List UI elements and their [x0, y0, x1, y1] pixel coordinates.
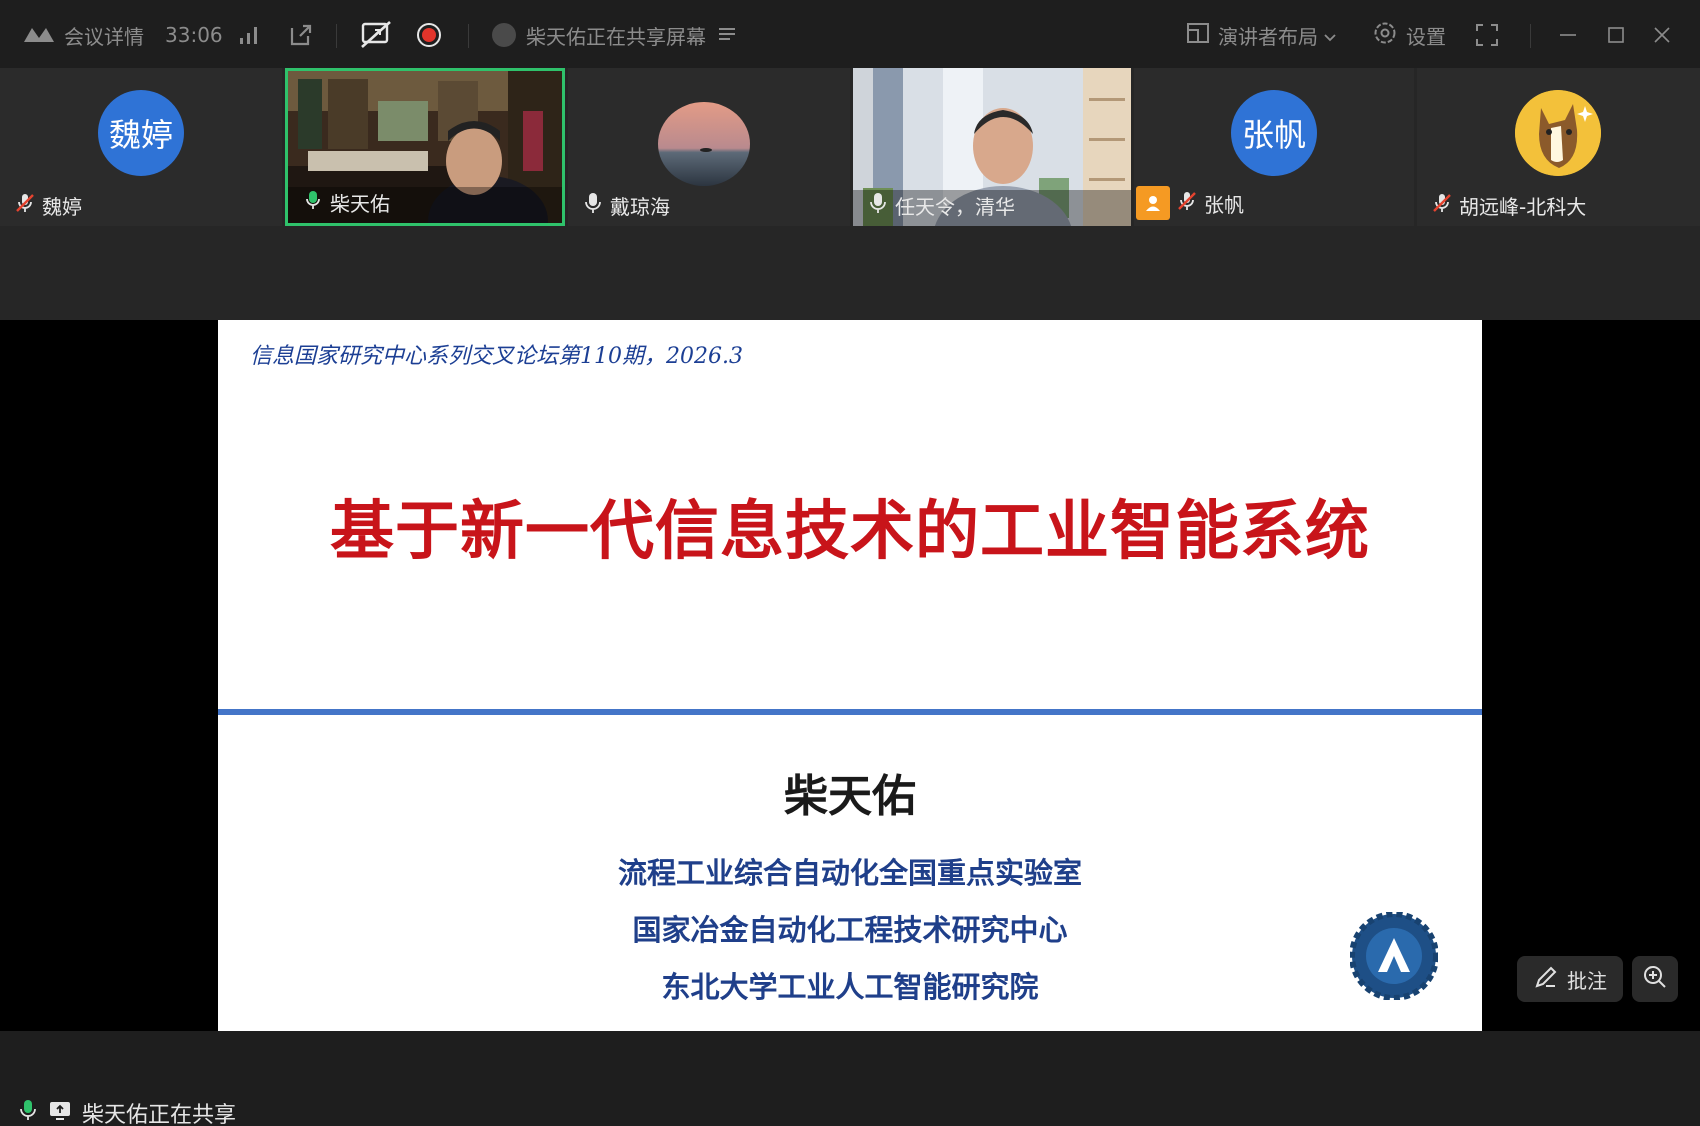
participant-tile[interactable]: 戴琼海	[568, 68, 850, 226]
participant-tile-active-speaker[interactable]: 柴天佑	[285, 68, 565, 226]
sharing-notice: 柴天佑正在共享屏幕	[492, 0, 736, 70]
layout-button[interactable]: 演讲者布局	[1186, 0, 1336, 70]
avatar	[1515, 90, 1601, 176]
share-link-icon[interactable]	[288, 0, 314, 70]
record-icon[interactable]	[416, 0, 442, 70]
mic-muted-icon	[14, 192, 36, 219]
mic-active-icon	[302, 189, 324, 216]
layout-icon	[1186, 22, 1210, 49]
participant-tile[interactable]: 胡远峰-北科大	[1417, 68, 1700, 226]
close-icon[interactable]	[1652, 0, 1672, 70]
slide-header: 信息国家研究中心系列交叉论坛第110期，2026.3	[250, 344, 743, 369]
minimize-icon[interactable]	[1558, 0, 1578, 70]
slide-affiliation: 东北大学工业人工智能研究院	[661, 970, 1039, 1004]
layout-label: 演讲者布局	[1218, 24, 1318, 49]
slide-author: 柴天佑	[784, 771, 916, 822]
participant-name: 魏婷	[42, 195, 82, 219]
presentation-slide: 信息国家研究中心系列交叉论坛第110期，2026.3 基于新一代信息技术的工业智…	[218, 320, 1482, 1031]
mic-muted-icon	[1176, 190, 1198, 217]
participant-name: 戴琼海	[610, 195, 670, 219]
sharer-avatar-icon	[492, 23, 516, 47]
participant-tile[interactable]: 任天令，清华	[853, 68, 1131, 226]
zoom-in-icon	[1642, 964, 1668, 995]
slide-affiliation: 国家冶金自动化工程技术研究中心	[632, 913, 1068, 947]
mic-muted-icon	[1431, 192, 1453, 219]
signal-icon[interactable]	[238, 0, 262, 70]
meeting-timer: 33:06	[165, 23, 223, 47]
maximize-icon[interactable]	[1606, 0, 1626, 70]
pen-icon	[1533, 964, 1559, 995]
mic-icon	[867, 191, 889, 220]
annotate-button[interactable]: 批注	[1517, 956, 1623, 1002]
mic-icon	[582, 191, 604, 220]
participant-strip: 魏婷 魏婷 柴天佑 戴琼海 任天令，清华 张帆 张帆 胡远峰-北科大	[0, 68, 1700, 228]
sharing-status: 柴天佑正在共享	[18, 1097, 236, 1126]
settings-label: 设置	[1406, 24, 1446, 49]
title-bar: 会议详情 33:06 柴天佑正在共享屏幕 演讲者布局 设置	[0, 0, 1700, 70]
menu-lines-icon[interactable]	[718, 23, 736, 47]
annotate-label: 批注	[1567, 968, 1607, 993]
meeting-details-label: 会议详情	[64, 24, 144, 49]
participant-name: 任天令，清华	[895, 195, 1015, 219]
app-logo-icon	[22, 24, 56, 46]
participant-tile[interactable]: 魏婷 魏婷	[0, 68, 282, 226]
stop-share-icon[interactable]	[360, 0, 392, 70]
user-badge-icon	[1136, 186, 1170, 220]
participant-name: 张帆	[1204, 192, 1244, 217]
screen-share-icon	[48, 1099, 72, 1126]
meeting-details-button[interactable]: 会议详情	[22, 0, 144, 70]
shared-screen-area: 信息国家研究中心系列交叉论坛第110期，2026.3 基于新一代信息技术的工业智…	[0, 228, 1700, 1031]
avatar: 张帆	[1231, 90, 1317, 176]
settings-button[interactable]: 设置	[1372, 0, 1446, 70]
participant-name: 柴天佑	[330, 192, 390, 216]
participant-tile[interactable]: 张帆 张帆	[1134, 68, 1414, 226]
gear-icon	[1372, 20, 1398, 51]
bottom-bar: 柴天佑正在共享	[0, 1031, 1700, 1126]
avatar: 魏婷	[98, 90, 184, 176]
sharing-status-label: 柴天佑正在共享	[82, 1103, 237, 1126]
chevron-down-icon	[1324, 23, 1336, 47]
slide-divider	[218, 709, 1482, 715]
fullscreen-icon[interactable]	[1475, 0, 1499, 70]
slide-affiliation: 流程工业综合自动化全国重点实验室	[617, 856, 1082, 890]
slide-title: 基于新一代信息技术的工业智能系统	[330, 495, 1370, 569]
zoom-in-button[interactable]	[1632, 956, 1678, 1002]
mic-active-icon	[18, 1098, 38, 1126]
sharing-notice-label: 柴天佑正在共享屏幕	[526, 24, 706, 49]
university-logo	[1349, 911, 1439, 1001]
participant-name: 胡远峰-北科大	[1459, 195, 1587, 219]
avatar	[658, 102, 750, 186]
